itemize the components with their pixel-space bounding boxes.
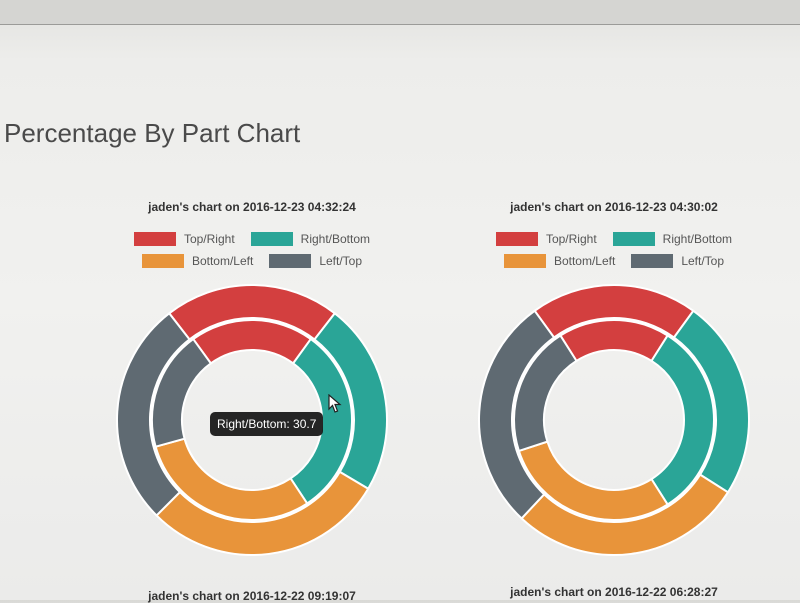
chart-legend: Top/Right Right/Bottom Bottom/Left Left/… <box>434 232 794 268</box>
legend-swatch <box>269 254 312 268</box>
monitor-top-bar <box>0 0 800 25</box>
slice-inner-top-right[interactable] <box>559 319 669 363</box>
legend-item-bottom-left[interactable]: Bottom/Left <box>141 254 254 268</box>
legend-label: Left/Top <box>319 254 363 268</box>
legend-item-left-top[interactable]: Left/Top <box>269 254 362 268</box>
chart-tooltip: Right/Bottom: 30.7 <box>210 412 324 436</box>
legend-swatch <box>495 232 538 246</box>
legend-item-left-top[interactable]: Left/Top <box>631 254 724 268</box>
chart-panel-2: jaden's chart on 2016-12-23 04:30:02 Top… <box>434 200 794 600</box>
donut-chart-2[interactable] <box>474 280 754 560</box>
legend-item-right-bottom[interactable]: Right/Bottom <box>612 232 733 246</box>
next-chart-title-right: jaden's chart on 2016-12-22 06:28:27 <box>510 585 718 599</box>
legend-swatch <box>612 232 655 246</box>
chart-panel-1: jaden's chart on 2016-12-23 04:32:24 Top… <box>72 200 432 600</box>
legend-item-bottom-left[interactable]: Bottom/Left <box>503 254 616 268</box>
chart-title: jaden's chart on 2016-12-23 04:32:24 <box>148 200 356 214</box>
chart-legend: Top/Right Right/Bottom Bottom/Left Left/… <box>72 232 432 268</box>
legend-label: Right/Bottom <box>300 232 371 246</box>
next-chart-title-left: jaden's chart on 2016-12-22 09:19:07 <box>148 589 356 603</box>
legend-swatch <box>133 232 176 246</box>
legend-item-top-right[interactable]: Top/Right <box>133 232 235 246</box>
chart-title: jaden's chart on 2016-12-23 04:30:02 <box>510 200 718 214</box>
page-title: Percentage By Part Chart <box>4 118 301 148</box>
legend-label: Left/Top <box>681 254 725 268</box>
legend-label: Right/Bottom <box>662 232 733 246</box>
legend-label: Top/Right <box>183 232 235 246</box>
legend-label: Bottom/Left <box>553 254 616 268</box>
legend-swatch <box>503 254 546 268</box>
legend-swatch <box>631 254 674 268</box>
legend-swatch <box>250 232 293 246</box>
legend-item-right-bottom[interactable]: Right/Bottom <box>250 232 371 246</box>
legend-item-top-right[interactable]: Top/Right <box>495 232 597 246</box>
legend-swatch <box>141 254 184 268</box>
mouse-cursor-icon <box>328 394 342 413</box>
legend-label: Top/Right <box>545 232 597 246</box>
legend-label: Bottom/Left <box>191 254 254 268</box>
